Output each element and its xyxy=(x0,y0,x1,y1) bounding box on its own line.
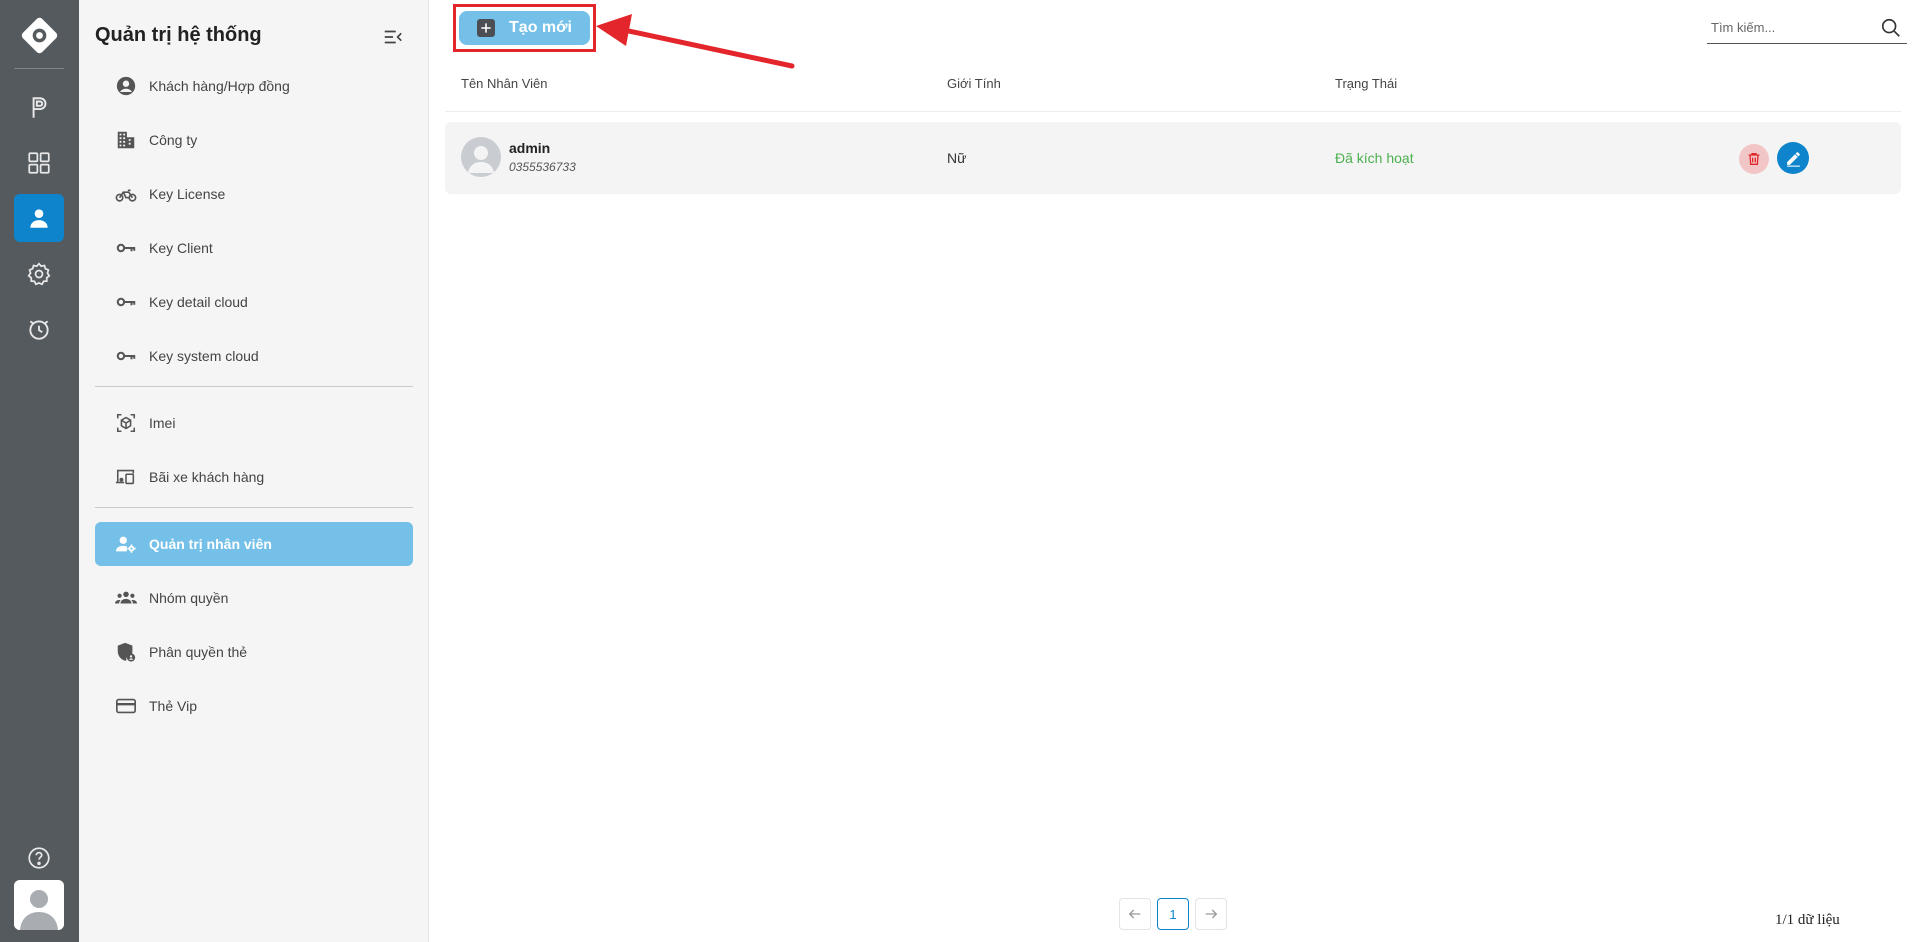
user-circle-icon xyxy=(115,75,137,97)
annotation-arrow-icon xyxy=(596,14,795,69)
column-header-gender[interactable]: Giới Tính xyxy=(947,76,1001,91)
building-icon xyxy=(115,129,137,151)
plus-icon xyxy=(477,19,496,37)
rail-history-icon[interactable] xyxy=(14,305,64,353)
rail-settings-icon[interactable] xyxy=(14,250,64,298)
menu-item-vip-card[interactable]: Thẻ Vip xyxy=(95,684,413,728)
menu-item-customers[interactable]: Khách hàng/Hợp đồng xyxy=(95,64,413,108)
menu-item-label: Imei xyxy=(149,415,176,431)
staff-admin-content: Tạo mới Tên Nhân Viên Giới Tính Trạng Th… xyxy=(429,0,1918,942)
search-box xyxy=(1707,12,1907,44)
menu-item-label: Key Client xyxy=(149,240,213,256)
key-icon xyxy=(115,291,137,313)
arrow-left-icon xyxy=(1128,909,1141,919)
rail-divider xyxy=(14,68,64,69)
arrow-right-icon xyxy=(1205,909,1218,919)
menu-item-key-system-cloud[interactable]: Key system cloud xyxy=(95,334,413,378)
next-page-button[interactable] xyxy=(1195,898,1227,930)
menu-item-label: Quản trị nhân viên xyxy=(149,536,272,552)
menu-item-label: Thẻ Vip xyxy=(149,698,197,714)
menu-item-label: Phân quyền thẻ xyxy=(149,644,248,660)
group-icon xyxy=(115,587,137,609)
app-logo-icon[interactable] xyxy=(20,16,59,55)
pencil-icon xyxy=(1786,151,1800,167)
menu-divider xyxy=(95,386,413,387)
admin-menu: Khách hàng/Hợp đồng Công ty Key License … xyxy=(95,64,413,738)
search-input[interactable] xyxy=(1707,20,1872,35)
employee-name: admin xyxy=(509,140,551,156)
column-header-name[interactable]: Tên Nhân Viên xyxy=(461,76,548,91)
employee-gender: Nữ xyxy=(947,150,967,166)
menu-item-key-license[interactable]: Key License xyxy=(95,172,413,216)
collapse-menu-icon[interactable] xyxy=(382,26,404,48)
menu-item-label: Nhóm quyền xyxy=(149,590,229,606)
employee-phone: 0355536733 xyxy=(509,160,576,174)
menu-divider xyxy=(95,507,413,508)
record-count: 1/1 dữ liệu xyxy=(1775,912,1840,928)
page-button[interactable]: 1 xyxy=(1157,898,1189,930)
devices-icon xyxy=(115,466,137,488)
rail-dashboard-icon[interactable] xyxy=(14,139,64,187)
key-icon xyxy=(115,345,137,367)
menu-item-label: Bãi xe khách hàng xyxy=(149,469,265,485)
column-header-status[interactable]: Trạng Thái xyxy=(1335,76,1397,91)
rail-help-icon[interactable] xyxy=(14,834,64,882)
create-new-button[interactable]: Tạo mới xyxy=(459,11,590,45)
table-header: Tên Nhân Viên Giới Tính Trạng Thái xyxy=(445,72,1901,112)
menu-item-key-detail-cloud[interactable]: Key detail cloud xyxy=(95,280,413,324)
menu-item-permission-groups[interactable]: Nhóm quyền xyxy=(95,576,413,620)
menu-item-imei[interactable]: Imei xyxy=(95,401,413,445)
menu-item-staff-admin[interactable]: Quản trị nhân viên xyxy=(95,522,413,566)
menu-item-company[interactable]: Công ty xyxy=(95,118,413,162)
search-icon[interactable] xyxy=(1880,17,1902,39)
menu-item-key-client[interactable]: Key Client xyxy=(95,226,413,270)
card-icon xyxy=(115,695,137,717)
menu-item-label: Công ty xyxy=(149,132,198,148)
menu-item-customer-parking[interactable]: Bãi xe khách hàng xyxy=(95,455,413,499)
system-admin-panel: Quản trị hệ thống Khách hàng/Hợp đồng Cô… xyxy=(79,0,429,942)
employee-avatar xyxy=(461,137,501,177)
create-new-label: Tạo mới xyxy=(509,19,572,36)
menu-item-card-permissions[interactable]: Phân quyền thẻ xyxy=(95,630,413,674)
rail-parking-icon[interactable] xyxy=(14,84,64,132)
motorbike-icon xyxy=(115,183,137,205)
edit-button[interactable] xyxy=(1777,142,1809,174)
rail-user-icon[interactable] xyxy=(14,194,64,242)
shield-user-icon xyxy=(115,641,137,663)
table-row[interactable]: admin 0355536733 Nữ Đã kích hoạt xyxy=(445,122,1901,194)
key-icon xyxy=(115,237,137,259)
cube-scan-icon xyxy=(115,412,137,434)
menu-item-label: Key detail cloud xyxy=(149,294,248,310)
user-gear-icon xyxy=(115,533,137,555)
panel-title: Quản trị hệ thống xyxy=(95,24,262,46)
menu-item-label: Key License xyxy=(149,186,226,202)
menu-item-label: Key system cloud xyxy=(149,348,259,364)
menu-item-label: Khách hàng/Hợp đồng xyxy=(149,78,290,94)
delete-button[interactable] xyxy=(1739,144,1769,174)
icon-rail xyxy=(0,0,79,942)
pagination: 1 xyxy=(1119,898,1227,930)
prev-page-button[interactable] xyxy=(1119,898,1151,930)
user-avatar[interactable] xyxy=(14,880,64,930)
status-badge: Đã kích hoạt xyxy=(1335,150,1414,166)
trash-icon xyxy=(1748,153,1760,165)
